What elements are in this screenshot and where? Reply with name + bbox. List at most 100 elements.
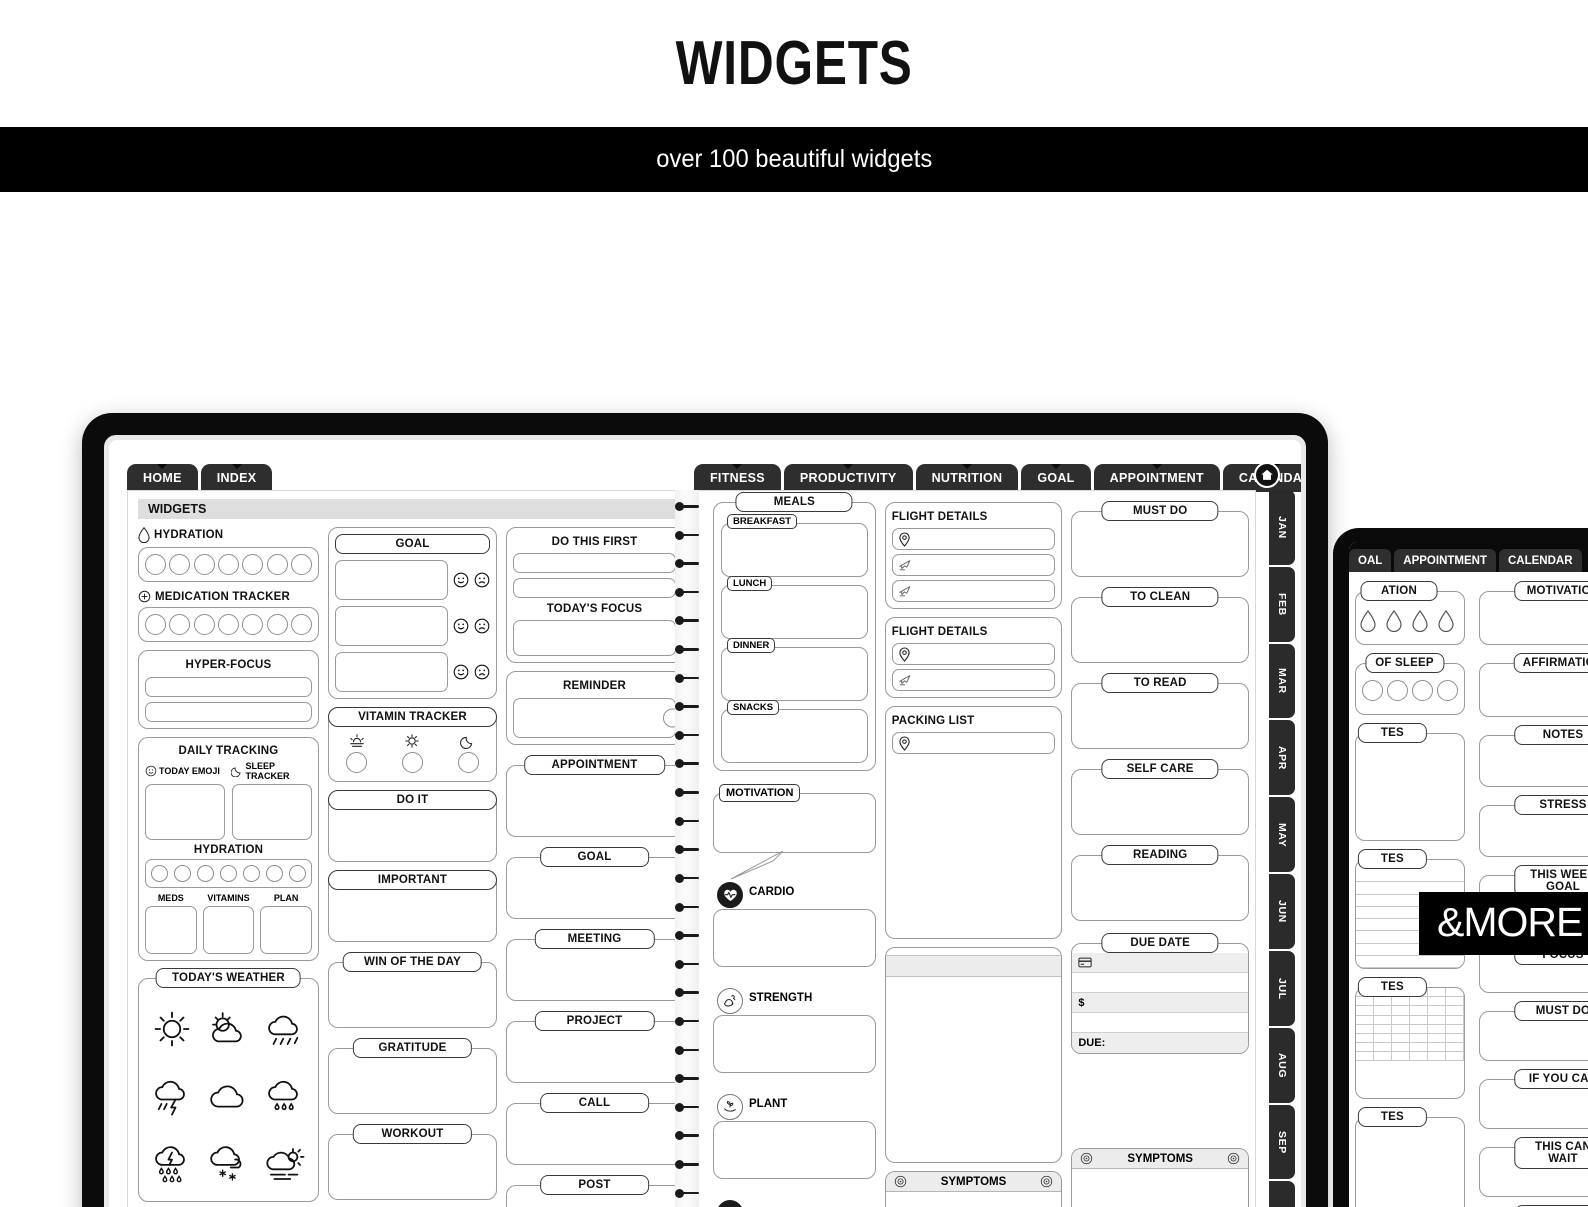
widget-motivation[interactable]: MOTIVATION (1479, 581, 1588, 645)
month-tab-aug[interactable]: AUG (1269, 1027, 1295, 1103)
month-tab-apr[interactable]: APR (1269, 720, 1295, 796)
widget-goal-mood[interactable]: GOAL (327, 527, 497, 699)
hydration-circle[interactable] (169, 554, 191, 575)
plan-box[interactable] (260, 906, 312, 954)
do-this-first-field[interactable] (513, 578, 676, 598)
due-date-row-blank[interactable] (1072, 973, 1248, 993)
hydration-circle[interactable] (217, 554, 239, 575)
flight-location-field[interactable] (891, 643, 1056, 665)
goal-input[interactable] (334, 560, 448, 600)
vitamin-circle[interactable] (346, 752, 368, 773)
sleep-circle[interactable] (1412, 680, 1433, 701)
tab-calendar[interactable]: CALENDAR (1498, 549, 1582, 572)
widget-plant[interactable]: PLANT (713, 1094, 876, 1179)
flight-airplane-field[interactable] (891, 554, 1056, 576)
month-tab-feb[interactable]: FEB (1269, 566, 1295, 642)
flight-airplane-field[interactable] (891, 669, 1056, 691)
blank-panel-body[interactable] (886, 977, 1062, 1162)
hydration-circles-box[interactable] (138, 547, 319, 582)
hydration-circle[interactable] (196, 865, 214, 882)
hydration-circle[interactable] (265, 865, 283, 882)
widget-motivation[interactable]: MOTIVATION (713, 784, 876, 880)
daily-hydration-circles[interactable] (151, 865, 306, 882)
month-tab-may[interactable]: MAY (1269, 797, 1295, 873)
widget-symptoms-left[interactable]: SYMPTOMS (884, 1171, 1063, 1207)
widget-hours-of-sleep-partial[interactable]: OF SLEEP (1355, 653, 1465, 715)
hydration-circle[interactable] (219, 865, 237, 882)
packing-list-body[interactable] (892, 754, 1056, 932)
goal-input[interactable] (334, 652, 448, 692)
widget-stress[interactable]: STRESS (1479, 795, 1588, 857)
flight-location-field[interactable] (891, 528, 1056, 550)
widget-must-do[interactable]: MUST DO (1479, 1001, 1588, 1061)
tab-nutrition[interactable]: NUTRITION (915, 464, 1019, 492)
widget-call[interactable]: CALL (506, 1093, 683, 1165)
sleep-circles-row[interactable] (1356, 680, 1464, 701)
tab-appointment[interactable]: APPOINTMENT (1394, 549, 1496, 572)
widget-notes-lined-partial[interactable]: TES (1355, 723, 1465, 841)
widget-hydration-partial[interactable]: ATION (1355, 581, 1465, 645)
meals-lunch[interactable]: LUNCH (721, 576, 868, 639)
reminder-field[interactable] (513, 698, 682, 738)
do-it-body[interactable] (329, 810, 496, 861)
medication-circle[interactable] (169, 614, 191, 635)
medication-circle[interactable] (217, 614, 239, 635)
widget-cardio[interactable]: CARDIO (713, 882, 876, 967)
widget-notes-grid-partial[interactable]: TES (1355, 977, 1465, 1099)
flight-airplane-field[interactable] (891, 580, 1056, 602)
widget-hydration[interactable]: HYDRATION (138, 527, 319, 582)
widget-notes-dotted-partial[interactable]: TES (1355, 1107, 1465, 1207)
hydration-circles-row[interactable] (145, 554, 312, 575)
meals-breakfast[interactable]: BREAKFAST (721, 514, 868, 577)
widget-hyper-focus[interactable]: HYPER-FOCUS (138, 650, 319, 729)
home-icon[interactable] (1254, 462, 1280, 488)
sleep-circle[interactable] (1437, 680, 1458, 701)
todays-focus-field[interactable] (513, 620, 676, 656)
widget-win-of-the-day[interactable]: WIN OF THE DAY (327, 952, 497, 1028)
sleep-tracker-box[interactable] (231, 784, 312, 840)
medication-circles-row[interactable] (145, 614, 312, 635)
hyper-focus-field[interactable] (145, 702, 312, 722)
sad-face-icon[interactable] (474, 572, 490, 588)
hydration-circle[interactable] (151, 865, 168, 882)
vitamin-circle[interactable] (457, 752, 479, 773)
widget-do-this-first[interactable]: DO THIS FIRST TODAY'S FOCUS (506, 527, 683, 663)
widget-daily-tracking[interactable]: DAILY TRACKING TODAY EMOJI SLEEP TRACKER… (138, 737, 319, 961)
daily-hydration-box[interactable] (145, 859, 312, 888)
hydration-circle[interactable] (193, 554, 215, 575)
widget-important[interactable]: IMPORTANT (327, 870, 497, 942)
packing-location-field[interactable] (891, 732, 1056, 754)
do-this-first-field[interactable] (513, 553, 676, 573)
happy-face-icon[interactable] (453, 618, 469, 634)
hydration-circle[interactable] (242, 554, 264, 575)
widget-medication-tracker[interactable]: MEDICATION TRACKER (138, 590, 319, 642)
medication-circle[interactable] (290, 614, 312, 635)
meals-snacks[interactable]: SNACKS (721, 700, 868, 763)
medication-circle[interactable] (193, 614, 215, 635)
hydration-circle[interactable] (145, 554, 166, 575)
widget-workout[interactable]: WORKOUT (327, 1124, 497, 1200)
widget-affirmation[interactable]: AFFIRMATION (1479, 653, 1588, 717)
widget-must-do[interactable]: MUST DO (1071, 501, 1249, 577)
widget-notes[interactable]: NOTES (1479, 725, 1588, 787)
sad-face-icon[interactable] (474, 618, 490, 634)
medication-circle[interactable] (242, 614, 264, 635)
widget-if-you-can[interactable]: IF YOU CAN (1479, 1069, 1588, 1129)
medication-circle[interactable] (145, 614, 166, 635)
tab-appointment[interactable]: APPOINTMENT (1093, 464, 1220, 492)
tab-index[interactable]: INDEX (200, 464, 273, 492)
hydration-circle[interactable] (266, 554, 288, 575)
hydration-circle[interactable] (173, 865, 191, 882)
month-tab-mar[interactable]: MAR (1269, 643, 1295, 719)
widget-meeting[interactable]: MEETING (506, 929, 683, 1001)
widget-to-clean[interactable]: TO CLEAN (1071, 587, 1249, 663)
due-date-row-blank[interactable] (1072, 1013, 1248, 1033)
widget-vitamin-tracker[interactable]: VITAMIN TRACKER (327, 707, 497, 782)
widget-reading[interactable]: READING (1071, 845, 1249, 921)
widget-flight-details-1[interactable]: FLIGHT DETAILS (884, 502, 1063, 609)
due-date-row-card[interactable] (1072, 953, 1248, 973)
meals-dinner[interactable]: DINNER (721, 638, 868, 701)
tab-home[interactable]: HOME (127, 464, 198, 492)
widget-symptoms-right[interactable]: SYMPTOMS (1071, 1148, 1249, 1207)
tab-productivity[interactable]: PRODUCTIVITY (783, 464, 913, 492)
